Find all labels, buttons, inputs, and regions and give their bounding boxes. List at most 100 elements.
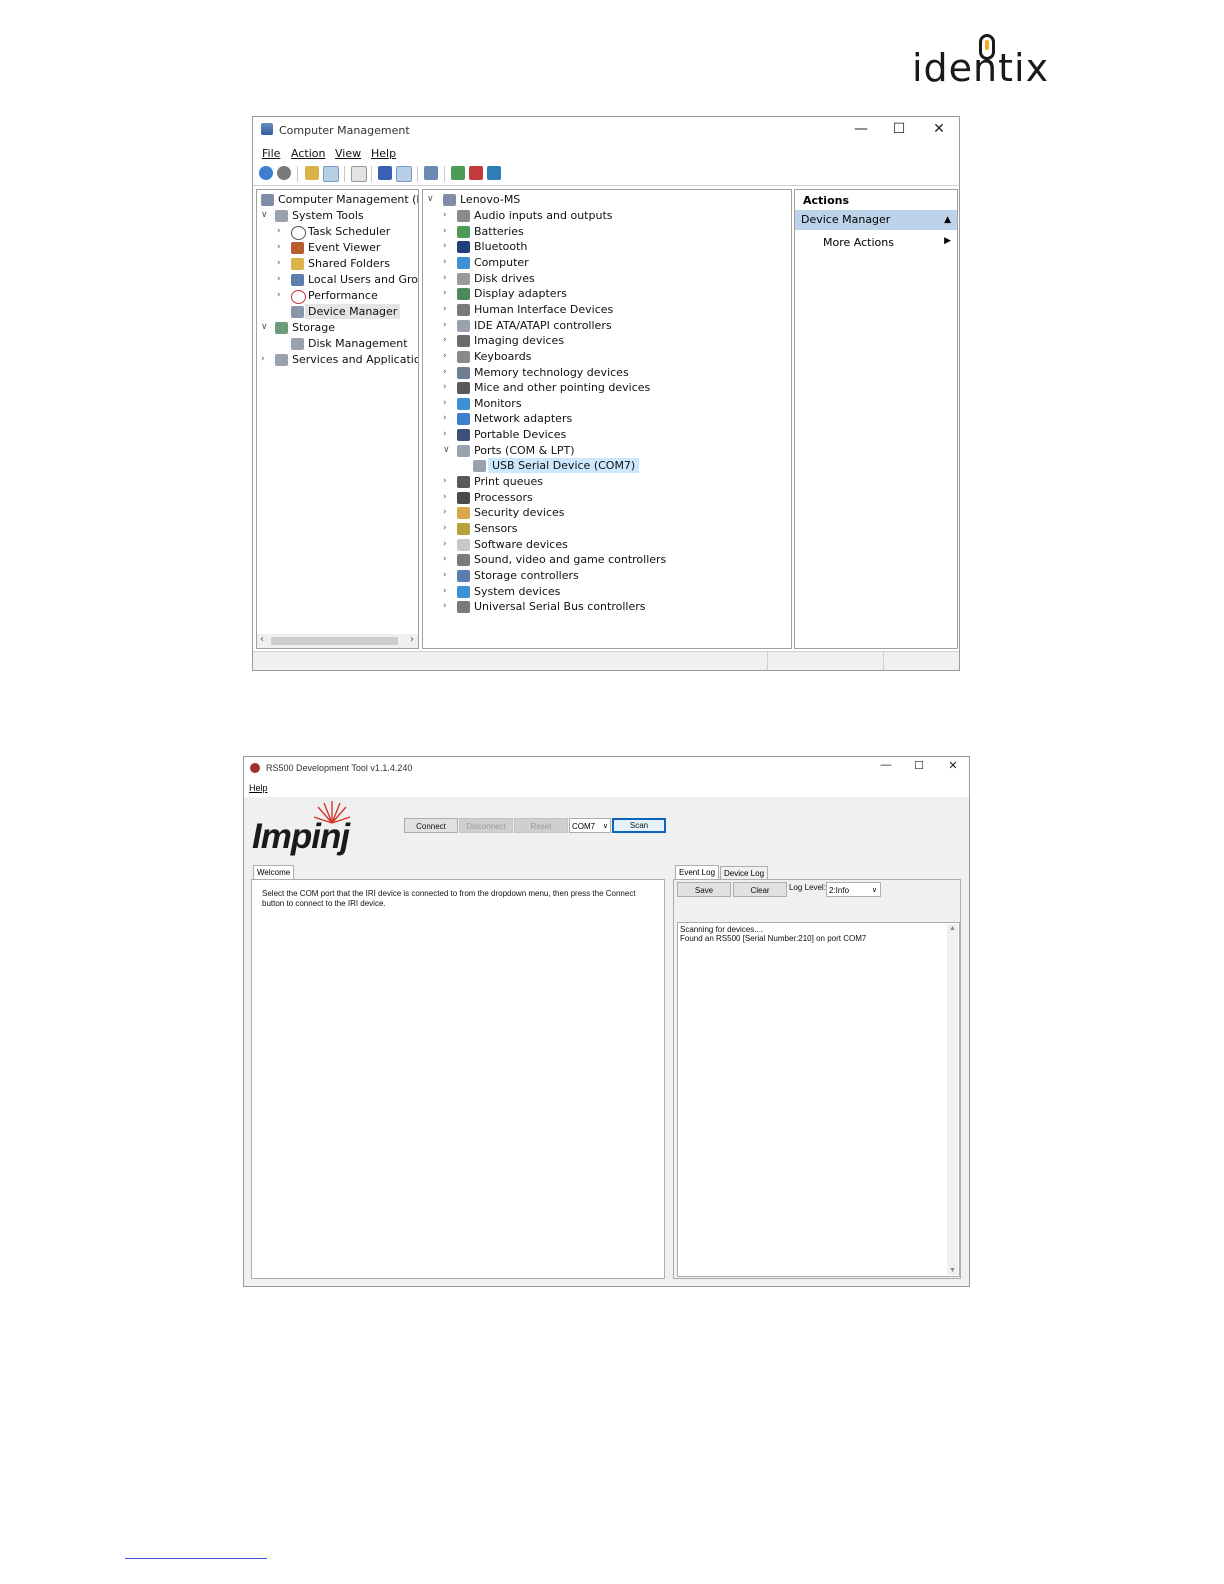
chevron-right-icon[interactable]: › [443, 584, 447, 599]
chevron-right-icon[interactable]: › [277, 240, 281, 255]
chevron-right-icon[interactable]: › [277, 256, 281, 271]
scroll-up-icon[interactable]: ▲ [949, 925, 956, 932]
chevron-right-icon[interactable]: › [443, 427, 447, 442]
submenu-arrow-icon: ▶ [944, 236, 951, 246]
chevron-right-icon[interactable]: › [261, 352, 265, 367]
uninstall-device-icon[interactable] [469, 166, 483, 180]
chevron-right-icon[interactable]: › [443, 380, 447, 395]
maximize-button[interactable]: ☐ [889, 121, 909, 137]
computer-icon [261, 194, 274, 206]
chevron-right-icon[interactable]: › [443, 490, 447, 505]
menu-view[interactable]: View [335, 147, 361, 160]
save-button[interactable]: Save [677, 882, 731, 897]
chevron-right-icon[interactable]: › [277, 272, 281, 287]
chevron-right-icon[interactable]: › [443, 224, 447, 239]
identix-logo: identix [912, 34, 1057, 94]
computer-management-icon [261, 123, 273, 135]
device-icon [457, 256, 470, 269]
chevron-right-icon[interactable]: › [443, 411, 447, 426]
show-hide-tree-icon[interactable] [323, 166, 339, 182]
collapse-icon[interactable]: ▲ [944, 210, 951, 230]
scan-hardware-icon[interactable] [424, 166, 438, 180]
chevron-right-icon[interactable]: › [443, 505, 447, 520]
menu-help[interactable]: Help [371, 147, 396, 160]
scroll-right-icon[interactable]: › [410, 634, 414, 645]
computer-icon [443, 194, 456, 206]
tab-event-log[interactable]: Event Log [675, 865, 720, 879]
chevron-down-icon[interactable]: ∨ [427, 192, 434, 207]
impinj-logo: Impinj [250, 801, 380, 856]
chevron-right-icon[interactable]: › [277, 224, 281, 239]
device-label: Computer [474, 255, 529, 269]
device-icon [457, 366, 470, 379]
up-folder-icon[interactable] [305, 166, 319, 180]
chevron-right-icon[interactable]: › [443, 537, 447, 552]
chevron-right-icon[interactable]: › [443, 568, 447, 583]
chevron-right-icon[interactable]: › [443, 255, 447, 270]
scroll-down-icon[interactable]: ▼ [949, 1267, 956, 1274]
update-driver-icon[interactable] [451, 166, 465, 180]
shared-folder-icon [291, 258, 304, 270]
reset-button[interactable]: Reset [514, 818, 568, 833]
actions-device-manager[interactable]: Device Manager ▲ [795, 210, 957, 230]
menu-file[interactable]: File [262, 147, 280, 160]
chevron-right-icon[interactable]: › [443, 474, 447, 489]
minimize-button[interactable]: — [876, 759, 896, 771]
chevron-down-icon[interactable]: ∨ [261, 208, 268, 223]
chevron-right-icon[interactable]: › [443, 302, 447, 317]
log-level-select[interactable]: 2:Info ∨ [826, 882, 881, 897]
chevron-right-icon[interactable]: › [443, 552, 447, 567]
chevron-right-icon[interactable]: › [443, 271, 447, 286]
menu-action[interactable]: Action [291, 147, 325, 160]
impinj-app-icon [250, 763, 260, 773]
enable-device-icon[interactable] [487, 166, 501, 180]
minimize-button[interactable]: — [851, 121, 871, 137]
horizontal-scrollbar[interactable]: ‹ › [257, 634, 418, 648]
more-actions[interactable]: More Actions [823, 236, 894, 249]
actions-pane: Actions Device Manager ▲ More Actions ▶ [794, 189, 958, 649]
welcome-text-line-2: button to connect to the IRI device. [262, 899, 386, 908]
tab-welcome[interactable]: Welcome [253, 865, 295, 879]
properties-icon[interactable] [351, 166, 367, 182]
chevron-down-icon[interactable]: ∨ [603, 819, 608, 834]
chevron-right-icon[interactable]: › [443, 365, 447, 380]
forward-icon[interactable] [277, 166, 291, 180]
help-icon[interactable] [378, 166, 392, 180]
chevron-right-icon[interactable]: › [443, 286, 447, 301]
disconnect-button[interactable]: Disconnect [459, 818, 513, 833]
chevron-right-icon[interactable]: › [443, 521, 447, 536]
event-log-textbox[interactable]: Scanning for devices.... Found an RS500 … [677, 922, 960, 1277]
device-label: Memory technology devices [474, 365, 629, 379]
chevron-right-icon[interactable]: › [443, 396, 447, 411]
clear-button[interactable]: Clear [733, 882, 787, 897]
maximize-button[interactable]: ☐ [909, 759, 929, 772]
chevron-down-icon[interactable]: ∨ [872, 883, 877, 898]
chevron-right-icon[interactable]: › [443, 349, 447, 364]
chevron-right-icon[interactable]: › [443, 599, 447, 614]
menu-bar: File Action View Help [253, 145, 959, 163]
scan-button[interactable]: Scan [612, 818, 666, 833]
chevron-down-icon[interactable]: ∨ [443, 443, 450, 458]
chevron-down-icon[interactable]: ∨ [261, 320, 268, 335]
connect-button[interactable]: Connect [404, 818, 458, 833]
back-icon[interactable] [259, 166, 273, 180]
event-viewer-icon [291, 242, 304, 254]
storage-icon [275, 322, 288, 334]
scroll-left-icon[interactable]: ‹ [260, 634, 264, 645]
event-log-panel: Save Clear Log Level: 2:Info ∨ Scanning … [673, 879, 961, 1279]
vertical-scrollbar[interactable]: ▲ ▼ [947, 924, 958, 1275]
device-icon [457, 397, 470, 410]
menu-help[interactable]: Help [249, 783, 268, 793]
chevron-right-icon[interactable]: › [277, 288, 281, 303]
com-port-select[interactable]: COM7 ∨ [569, 818, 611, 833]
chevron-right-icon[interactable]: › [443, 318, 447, 333]
scroll-thumb[interactable] [271, 637, 398, 645]
show-action-pane-icon[interactable] [396, 166, 412, 182]
chevron-right-icon[interactable]: › [443, 333, 447, 348]
chevron-right-icon[interactable]: › [443, 239, 447, 254]
chevron-right-icon[interactable]: › [443, 208, 447, 223]
close-button[interactable]: ✕ [943, 759, 963, 772]
close-button[interactable]: ✕ [929, 121, 949, 137]
footer-link-underline[interactable] [125, 1558, 267, 1559]
tab-device-log[interactable]: Device Log [720, 866, 769, 880]
